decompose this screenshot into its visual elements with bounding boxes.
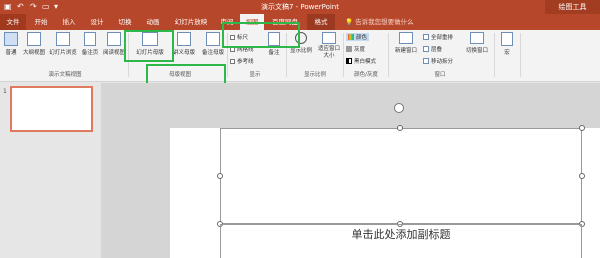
highlight-slide-master <box>124 30 174 62</box>
color-mode-button[interactable]: 颜色 <box>346 33 370 41</box>
slide-thumbnail[interactable] <box>10 86 93 132</box>
lightbulb-icon: 💡 <box>345 18 354 26</box>
resize-handle-top-right[interactable] <box>579 125 585 131</box>
notes-master-icon <box>206 32 220 46</box>
fit-window-icon <box>322 32 336 44</box>
resize-handle-left[interactable] <box>217 173 223 179</box>
group-label-color: 颜色/灰度 <box>354 72 378 78</box>
checkbox-icon <box>230 59 235 64</box>
handout-master-button[interactable]: 讲义母版 <box>170 32 198 56</box>
black-white-swatch-icon <box>346 58 352 64</box>
powerpoint-window: ▣ ↶ ↷ ▭ ▾ 演示文稿7 - PowerPoint 绘图工具 文件 开始 … <box>0 0 600 258</box>
group-label-zoom: 显示比例 <box>303 72 326 78</box>
guides-checkbox[interactable]: 参考线 <box>230 57 254 65</box>
ribbon-separator <box>388 33 389 77</box>
black-white-button[interactable]: 黑白模式 <box>346 57 376 65</box>
new-window-button[interactable]: 新建窗口 <box>392 32 420 54</box>
tab-format[interactable]: 格式 <box>307 14 335 30</box>
arrange-all-button[interactable]: 全部重排 <box>423 33 453 41</box>
move-split-icon <box>423 58 429 64</box>
tell-me-search[interactable]: 💡 告诉我您想要做什么 <box>345 14 414 30</box>
fit-to-window-button[interactable]: 适应窗口大小 <box>316 32 342 60</box>
resize-handle-top[interactable] <box>397 125 403 131</box>
ribbon-separator <box>520 33 521 77</box>
notes-page-icon <box>84 32 96 46</box>
grayscale-swatch-icon <box>346 46 352 52</box>
outline-view-icon <box>27 32 41 46</box>
reading-view-icon <box>107 32 121 46</box>
tab-home[interactable]: 开始 <box>30 14 52 30</box>
notes-page-button[interactable]: 备注页 <box>80 32 100 56</box>
resize-handle-right[interactable] <box>579 173 585 179</box>
group-label-show: 显示 <box>249 72 261 78</box>
macros-button[interactable]: 宏 <box>497 32 517 56</box>
normal-view-icon <box>4 32 18 46</box>
tab-file[interactable]: 文件 <box>0 14 26 30</box>
macros-icon <box>501 32 513 46</box>
slide-number: 1 <box>3 88 7 95</box>
cascade-button[interactable]: 层叠 <box>423 45 442 53</box>
tab-transitions[interactable]: 切换 <box>114 14 136 30</box>
slide-sorter-button[interactable]: 幻灯片浏览 <box>48 32 78 56</box>
outline-view-button[interactable]: 大纲视图 <box>22 32 46 56</box>
cascade-icon <box>423 46 429 52</box>
group-label-presentation-views: 演示文稿视图 <box>48 72 82 78</box>
switch-windows-icon <box>470 32 484 44</box>
ribbon-view: 普通 大纲视图 幻灯片浏览 备注页 阅读视图 演示文稿视图 幻灯片母版 讲义母版 <box>0 30 600 82</box>
new-window-icon <box>399 32 413 44</box>
title-bar: ▣ ↶ ↷ ▭ ▾ 演示文稿7 - PowerPoint 绘图工具 <box>0 0 600 14</box>
group-label-window: 窗口 <box>434 72 446 78</box>
normal-view-button[interactable]: 普通 <box>2 32 20 56</box>
title-placeholder[interactable] <box>220 128 582 224</box>
ribbon-separator <box>494 33 495 77</box>
tab-design[interactable]: 设计 <box>86 14 108 30</box>
handout-master-icon <box>177 32 191 46</box>
highlight-view-tab <box>222 22 300 48</box>
grayscale-button[interactable]: 灰度 <box>346 45 365 53</box>
color-swatch-icon <box>348 34 354 40</box>
window-title: 演示文稿7 - PowerPoint <box>261 3 339 11</box>
subtitle-placeholder-text: 单击此处添加副标题 <box>351 228 451 241</box>
tab-slideshow[interactable]: 幻灯片放映 <box>170 14 212 30</box>
arrange-all-icon <box>423 34 429 40</box>
reading-view-button[interactable]: 阅读视图 <box>102 32 126 56</box>
rotate-handle-icon[interactable] <box>394 103 404 113</box>
tab-insert[interactable]: 插入 <box>58 14 80 30</box>
switch-windows-button[interactable]: 切换窗口 <box>463 32 491 54</box>
drawing-tools-context-label: 绘图工具 <box>545 0 600 14</box>
move-split-button[interactable]: 移动拆分 <box>423 57 453 65</box>
tab-animations[interactable]: 动画 <box>142 14 164 30</box>
ribbon-tabs: 文件 开始 插入 设计 切换 动画 幻灯片放映 审阅 视图 百度网盘 格式 💡 … <box>0 14 600 30</box>
slide-sorter-icon <box>56 32 70 46</box>
